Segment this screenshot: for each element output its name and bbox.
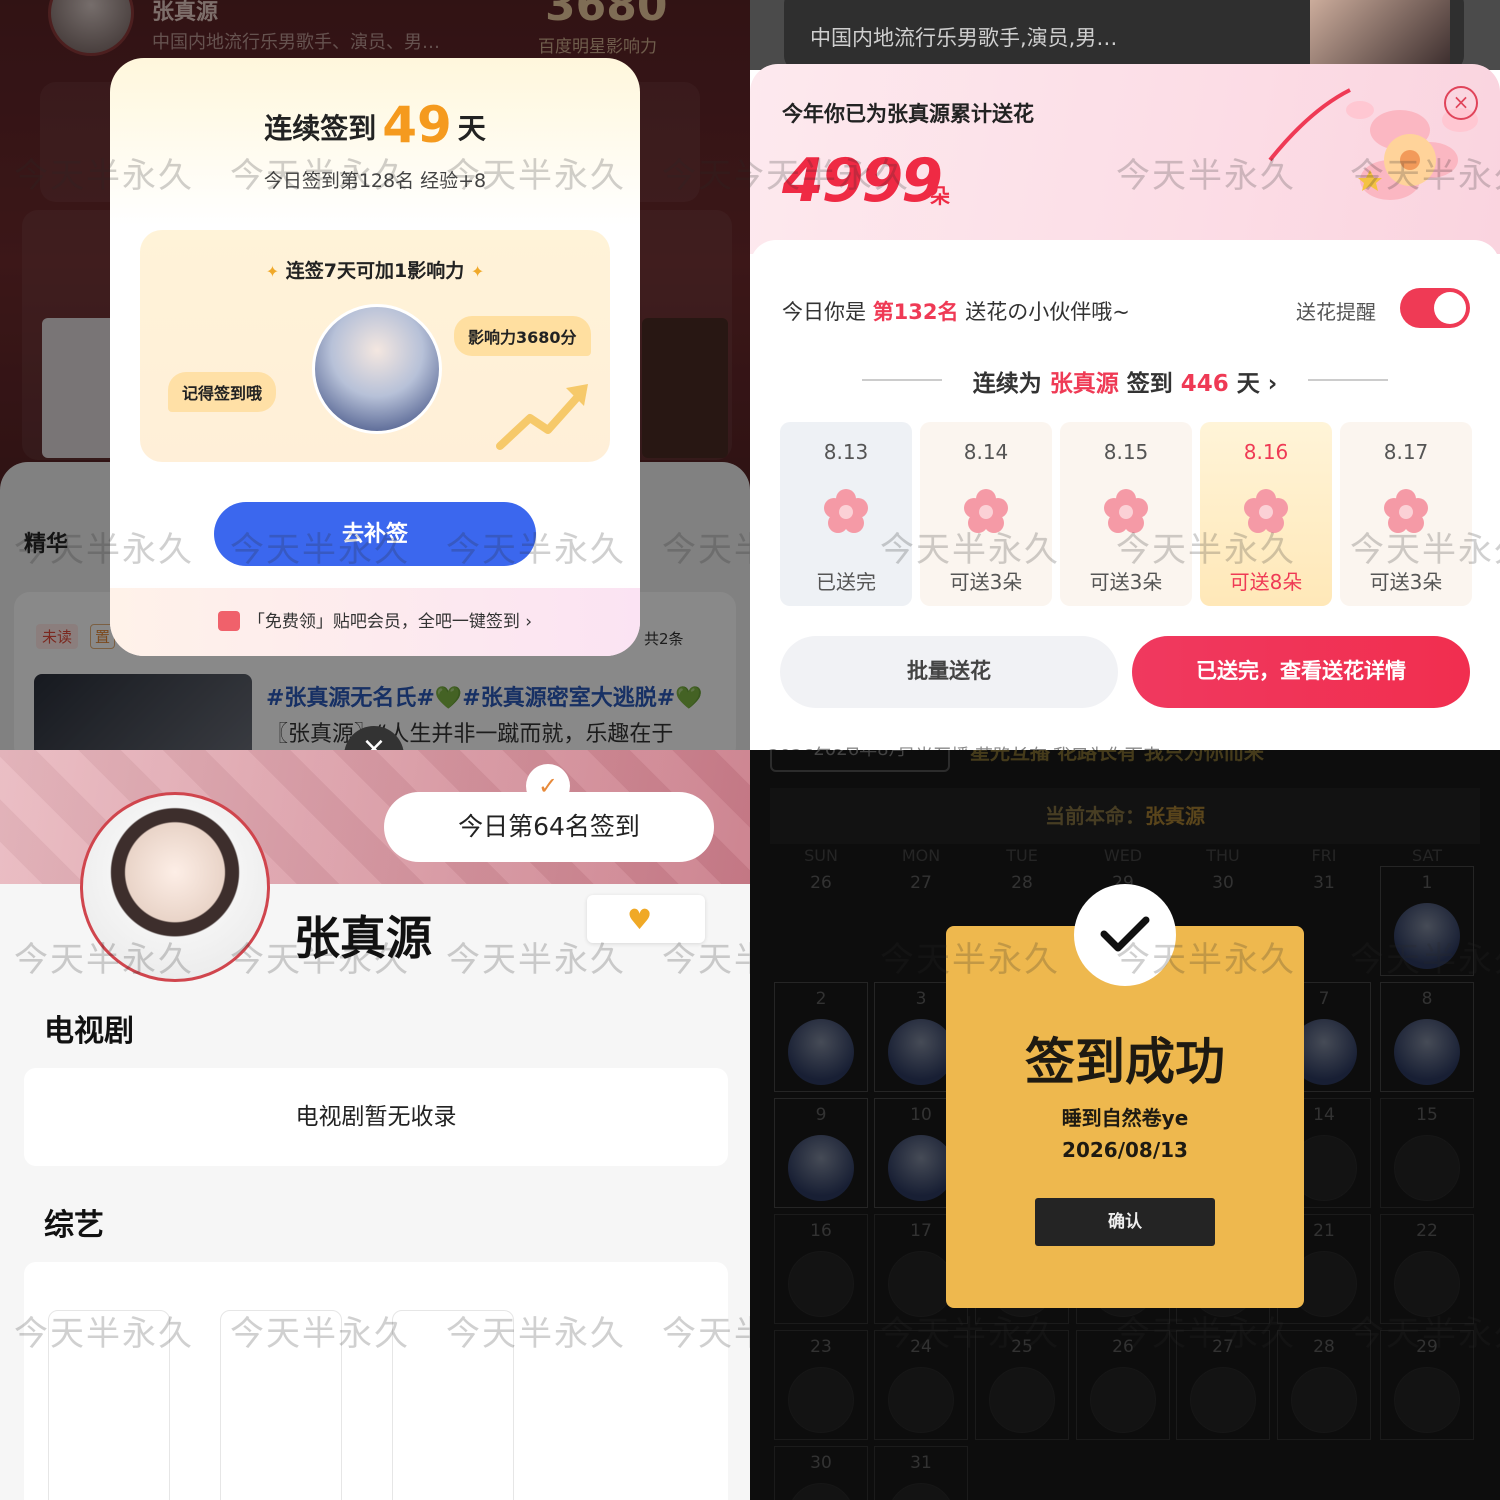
- today-prefix: 今日你是: [782, 300, 866, 324]
- variety-card[interactable]: [48, 1310, 170, 1500]
- day-date: 8.15: [1103, 440, 1149, 464]
- flower-unit: 朵: [930, 184, 950, 208]
- follow-button[interactable]: ♥: [587, 895, 705, 943]
- streak-mid: 签到: [1126, 371, 1173, 397]
- streak-tip-card: ✦ 连签7天可加1影响力 ✦ 记得签到哦 影响力3680分: [140, 230, 610, 462]
- streak-tip-text: 连签7天可加1影响力: [285, 260, 465, 282]
- today-rank: 第132名: [872, 300, 959, 324]
- day-label: 可送3朵: [1369, 570, 1443, 594]
- success-badge: [1074, 884, 1176, 986]
- toggle-knob: [1434, 292, 1466, 324]
- day-card[interactable]: 8.16 可送8朵: [1200, 422, 1332, 606]
- star-photo: [1310, 0, 1450, 70]
- streak-suffix: 天 ›: [1236, 371, 1278, 397]
- reminder-bubble: 记得签到哦: [168, 372, 277, 412]
- influence-bubble: 影响力3680分: [454, 316, 591, 356]
- day-date: 8.17: [1383, 440, 1429, 464]
- day-card[interactable]: 8.17 可送3朵: [1340, 422, 1472, 606]
- flower-icon: [824, 489, 868, 533]
- tieba-signin-screen: 张真源 中国内地流行乐男歌手、演员、男… 3680 百度明星影响力 精华 未读 …: [0, 0, 750, 750]
- sparkle-icon: ✦: [470, 262, 485, 281]
- gift-icon: [217, 611, 240, 631]
- day-label: 可送3朵: [949, 570, 1023, 594]
- day-label: 可送8朵: [1229, 570, 1303, 594]
- day-date: 8.16: [1243, 440, 1289, 464]
- avatar[interactable]: [80, 792, 270, 982]
- day-card[interactable]: 8.13 已送完: [780, 422, 912, 606]
- variety-card[interactable]: [220, 1310, 342, 1500]
- star-profile-screen: ✓ 今日第64名签到 张真源 ♥ 电视剧 电视剧暂无收录 综艺 今天半永久 今天…: [0, 750, 750, 1500]
- signin-streak-modal: 连续签到 49 天 今日签到第128名 经验+8 ✦ 连签7天可加1影响力 ✦ 记得…: [110, 58, 640, 656]
- star-name: 张真源: [294, 911, 432, 965]
- sparkle-icon: ✦: [265, 262, 280, 281]
- flower-icon: [964, 489, 1008, 533]
- success-title: 签到成功: [1025, 1033, 1225, 1091]
- day-label: 可送3朵: [1089, 570, 1163, 594]
- gift-detail-button[interactable]: 已送完，查看送花详情: [1132, 636, 1470, 708]
- section-title-tv: 电视剧: [44, 1014, 134, 1049]
- day-card[interactable]: 8.14 可送3朵: [920, 422, 1052, 606]
- heart-check-icon: ♥: [627, 903, 653, 936]
- vip-promo-link[interactable]: 「免费领」贴吧会员，全吧一键签到 ›: [110, 588, 640, 656]
- star-subtitle: 中国内地流行乐男歌手,演员,男…: [810, 26, 1118, 50]
- makeup-signin-button[interactable]: 去补签: [214, 502, 536, 566]
- peek-text: 2026年8月 星光互播 花路长有 我只为你而来: [768, 742, 1161, 750]
- flower-count: 4999: [782, 146, 943, 216]
- streak-tip: ✦ 连签7天可加1影响力 ✦: [140, 256, 610, 283]
- signin-rank-pill[interactable]: 今日第64名签到: [384, 792, 714, 862]
- today-suffix: 送花の小伙伴哦~: [965, 300, 1130, 324]
- tv-empty-state: 电视剧暂无收录: [24, 1068, 728, 1166]
- remind-toggle[interactable]: [1400, 288, 1470, 328]
- batch-gift-button[interactable]: 批量送花: [780, 636, 1118, 708]
- confirm-button[interactable]: 确认: [1035, 1198, 1215, 1246]
- streak-prefix: 连续为: [972, 371, 1042, 397]
- flower-gift-screen: 中国内地流行乐男歌手,演员,男… 今年你已为张真源累计送花 4999 朵 × 今…: [750, 0, 1500, 750]
- username: 睡到自然卷ye: [1061, 1106, 1189, 1130]
- day-card[interactable]: 8.15 可送3朵: [1060, 422, 1192, 606]
- today-rank-line: 今日签到第128名 经验+8: [263, 170, 487, 192]
- signin-date: 2026/08/13: [1062, 1138, 1188, 1162]
- checkmark-icon: [1100, 916, 1150, 952]
- flower-icon: [1384, 489, 1428, 533]
- trend-up-icon: [496, 384, 588, 450]
- today-rank-line: 今日你是 第132名 送花の小伙伴哦~: [782, 296, 1130, 326]
- flower-icon: [1104, 489, 1148, 533]
- day-date: 8.13: [823, 440, 869, 464]
- variety-card[interactable]: [392, 1310, 514, 1500]
- signin-streak-link[interactable]: 连续为 张真源 签到 446 天 ›: [750, 364, 1500, 398]
- remind-label: 送花提醒: [1296, 300, 1376, 324]
- daily-flower-row: 8.13 已送完 8.14 可送3朵 8.15 可送3朵 8.16 可送8朵 8.17 可送3朵: [780, 422, 1472, 606]
- day-label: 已送完: [816, 570, 876, 594]
- streak-heading: 连续签到 49 天: [110, 96, 640, 154]
- calendar-signin-screen: 2026年8月 星光互播 花路长有 我只为你而来 当前本命：张真源 SUNMON…: [750, 750, 1500, 1500]
- streak-star-name: 张真源: [1049, 371, 1119, 397]
- section-title-variety: 综艺: [44, 1208, 104, 1243]
- vip-promo-text: 「免费领」贴吧会员，全吧一键签到 ›: [247, 612, 533, 632]
- flower-icon: [1244, 489, 1288, 533]
- streak-days: 446: [1180, 371, 1229, 397]
- yearly-flower-label: 今年你已为张真源累计送花: [782, 102, 1034, 126]
- streak-suffix: 天: [457, 112, 486, 145]
- streak-days: 49: [382, 96, 452, 154]
- streak-prefix: 连续签到: [264, 112, 377, 145]
- star-avatar: [312, 304, 442, 434]
- day-date: 8.14: [963, 440, 1009, 464]
- close-icon[interactable]: ×: [1444, 86, 1478, 120]
